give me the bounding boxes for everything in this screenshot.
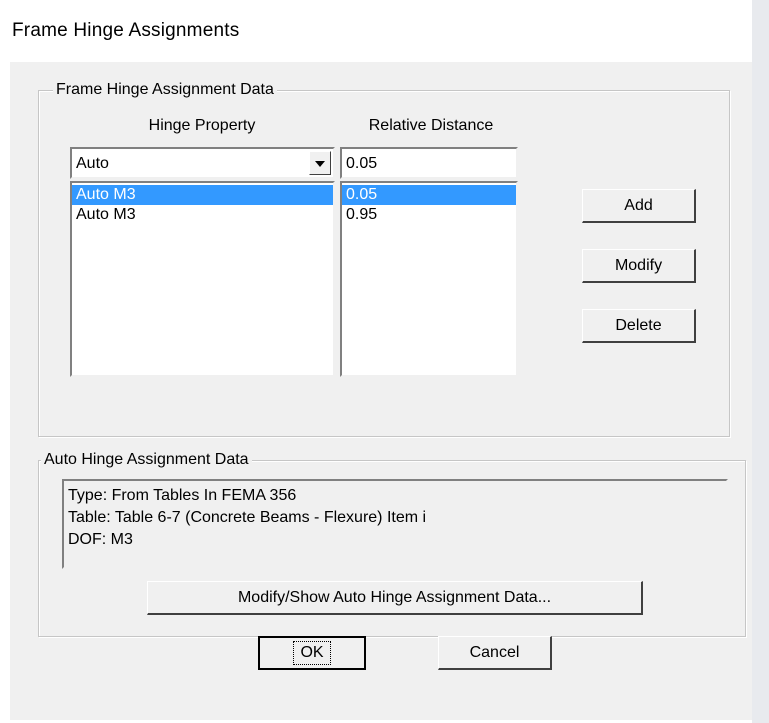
hinge-property-list[interactable]: Auto M3 Auto M3 bbox=[70, 181, 335, 377]
window-edge bbox=[752, 0, 769, 723]
add-button-label: Add bbox=[624, 196, 653, 214]
dialog-body: Frame Hinge Assignment Data Hinge Proper… bbox=[10, 62, 752, 720]
ok-button-label: OK bbox=[293, 641, 331, 665]
auto-hinge-table-line: Table: Table 6-7 (Concrete Beams - Flexu… bbox=[68, 509, 427, 526]
chevron-down-icon[interactable] bbox=[309, 151, 331, 175]
frame-hinge-assignment-legend: Frame Hinge Assignment Data bbox=[53, 81, 277, 99]
title-bar: Frame Hinge Assignments bbox=[0, 0, 769, 62]
hinge-property-list-item[interactable]: Auto M3 bbox=[72, 205, 333, 225]
ok-button[interactable]: OK bbox=[258, 636, 366, 670]
auto-hinge-dof-line: DOF: M3 bbox=[68, 531, 133, 548]
auto-hinge-assignment-group: Auto Hinge Assignment Data Type: From Ta… bbox=[38, 451, 746, 637]
cancel-button[interactable]: Cancel bbox=[438, 636, 552, 670]
modify-show-auto-hinge-button[interactable]: Modify/Show Auto Hinge Assignment Data..… bbox=[147, 581, 643, 615]
modify-button[interactable]: Modify bbox=[582, 249, 696, 283]
hinge-property-combo-value: Auto bbox=[76, 155, 109, 172]
delete-button-label: Delete bbox=[615, 316, 662, 334]
relative-distance-input[interactable]: 0.05 bbox=[340, 147, 518, 179]
hinge-property-combo[interactable]: Auto bbox=[70, 147, 335, 179]
modify-show-auto-hinge-label: Modify/Show Auto Hinge Assignment Data..… bbox=[237, 588, 552, 606]
auto-hinge-info-box: Type: From Tables In FEMA 356 Table: Tab… bbox=[62, 479, 728, 569]
hinge-property-header: Hinge Property bbox=[148, 117, 256, 134]
relative-distance-list-item[interactable]: 0.95 bbox=[342, 205, 516, 225]
modify-button-label: Modify bbox=[614, 256, 663, 274]
relative-distance-list-item[interactable]: 0.05 bbox=[342, 185, 516, 205]
auto-hinge-assignment-legend: Auto Hinge Assignment Data bbox=[41, 451, 252, 469]
add-button[interactable]: Add bbox=[582, 189, 696, 223]
window-title: Frame Hinge Assignments bbox=[12, 20, 240, 41]
relative-distance-input-value: 0.05 bbox=[346, 155, 378, 172]
relative-distance-header: Relative Distance bbox=[368, 117, 494, 134]
delete-button[interactable]: Delete bbox=[582, 309, 696, 343]
frame-hinge-assignment-group: Frame Hinge Assignment Data Hinge Proper… bbox=[38, 81, 730, 437]
relative-distance-list[interactable]: 0.05 0.95 bbox=[340, 181, 518, 377]
hinge-property-list-item[interactable]: Auto M3 bbox=[72, 185, 333, 205]
cancel-button-label: Cancel bbox=[469, 643, 520, 661]
auto-hinge-type-line: Type: From Tables In FEMA 356 bbox=[68, 487, 297, 504]
